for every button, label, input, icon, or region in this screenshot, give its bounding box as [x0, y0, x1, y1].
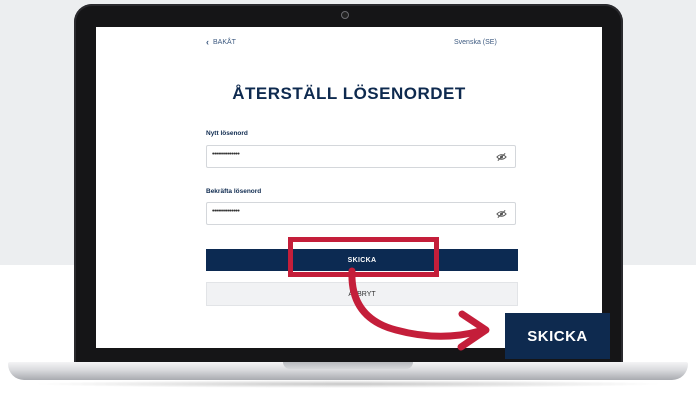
new-password-field[interactable]: •••••••••••••• — [206, 145, 516, 168]
cancel-button[interactable]: AVBRYT — [206, 282, 518, 306]
submit-callout-label: SKICKA — [505, 313, 610, 359]
laptop-shadow — [30, 380, 666, 388]
eye-slash-icon[interactable] — [496, 209, 507, 219]
page-title: ÅTERSTÄLL LÖSENORDET — [232, 84, 466, 103]
chevron-left-icon: ‹ — [206, 37, 209, 47]
webcam-icon — [341, 11, 349, 19]
laptop-base-notch — [283, 362, 413, 369]
laptop-screen: ‹ BAKÅT Svenska (SE) ÅTERSTÄLL LÖSENORDE… — [96, 27, 602, 348]
back-link[interactable]: ‹ BAKÅT — [206, 37, 236, 47]
new-password-value: •••••••••••••• — [212, 151, 240, 158]
confirm-password-field[interactable]: •••••••••••••• — [206, 202, 516, 225]
eye-slash-icon[interactable] — [496, 152, 507, 162]
new-password-label: Nytt lösenord — [206, 130, 248, 137]
confirm-password-value: •••••••••••••• — [212, 208, 240, 215]
confirm-password-label: Bekräfta lösenord — [206, 188, 262, 195]
language-selector[interactable]: Svenska (SE) — [454, 39, 497, 46]
submit-highlight-box — [288, 237, 439, 277]
back-label: BAKÅT — [213, 39, 236, 46]
